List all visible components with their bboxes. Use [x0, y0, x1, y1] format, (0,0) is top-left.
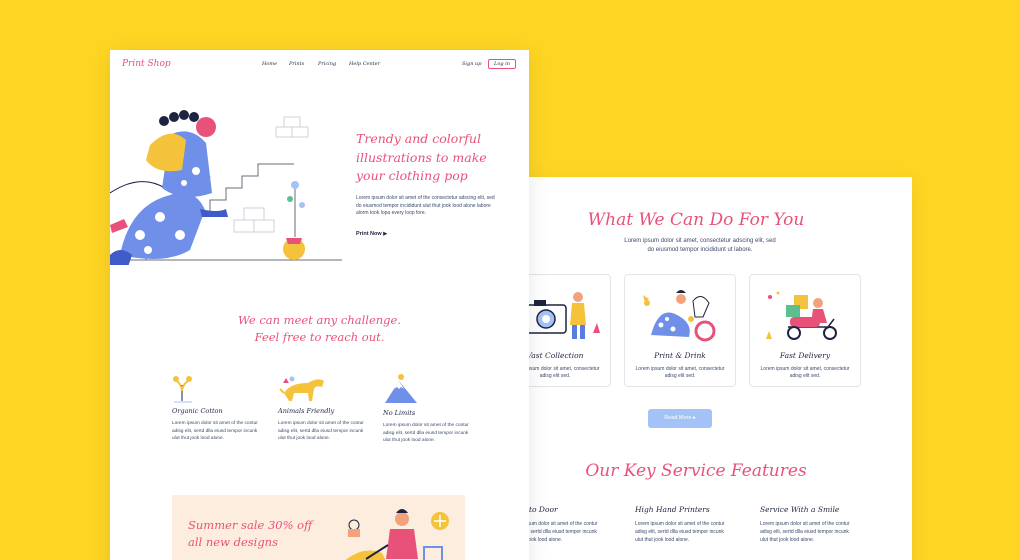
key-feature-service-smile: Service With a Smile Lorem ipsum dolor s…: [760, 505, 858, 544]
play-triangle-icon: ▶: [383, 231, 388, 237]
card-text: Lorem ipsum dolor sit amet, consectetur …: [760, 366, 850, 379]
feature-text: Lorem ipsum dolor sit amet of the contur…: [172, 421, 258, 441]
hero-illustration: [110, 110, 342, 265]
services-page-mockup: What We Can Do For You Lorem ipsum dolor…: [480, 177, 912, 560]
key-feature-high-hand-printers: High Hand Printers Lorem ipsum dolor sit…: [635, 505, 733, 544]
feature-title: No Limits: [383, 409, 416, 417]
challenge-line2: Feel free to reach out.: [254, 330, 385, 344]
signup-link[interactable]: Sign up: [462, 61, 481, 67]
sale-illustration: [345, 509, 449, 560]
feature-animals-friendly: Animals Friendly Lorem ipsum dolor sit a…: [278, 373, 366, 443]
feature-organic-cotton: Organic Cotton Lorem ipsum dolor sit ame…: [172, 373, 260, 443]
nav-home[interactable]: Home: [262, 61, 277, 67]
feature-title: Animals Friendly: [278, 407, 335, 415]
services-title: What We Can Do For You: [587, 210, 805, 230]
sale-line1: Summer sale 30% off: [188, 518, 313, 532]
read-more-label: Read More: [664, 415, 692, 421]
services-subtitle-line2: do eiusmod tempor incididunt ut labore.: [647, 247, 753, 253]
services-subtitle-line1: Lorem ipsum dolor sit amet, consectetur …: [624, 238, 776, 244]
nav-pricing[interactable]: Pricing: [318, 61, 336, 67]
print-now-link[interactable]: Print Now ▶: [356, 231, 387, 237]
challenge-heading: We can meet any challenge. Feel free to …: [110, 312, 529, 346]
hero-text: Lorem ipsum dolor sit amet of the consec…: [356, 195, 495, 216]
card-title: Print & Drink: [654, 351, 706, 360]
nav-prints[interactable]: Prints: [289, 61, 304, 67]
mountain-icon: [385, 374, 417, 403]
hero-title: Trendy and colorful illustrations to mak…: [356, 131, 487, 183]
dog-icon: [279, 376, 324, 401]
scooter-delivery-illustration: [766, 291, 837, 340]
login-button[interactable]: Log in: [488, 59, 516, 69]
feature-title: Organic Cotton: [172, 407, 223, 415]
key-feature-title: High Hand Printers: [635, 505, 710, 514]
card-title: Fast Delivery: [779, 351, 831, 360]
challenge-line1: We can meet any challenge.: [237, 313, 401, 327]
feature-no-limits: No Limits Lorem ipsum dolor sit amet of …: [383, 373, 471, 445]
brand-logo[interactable]: Print Shop: [122, 59, 171, 69]
key-features-title: Our Key Service Features: [585, 461, 807, 481]
read-more-button[interactable]: Read More ▸: [648, 409, 712, 428]
key-feature-title: Service With a Smile: [760, 505, 840, 514]
feature-text: Lorem ipsum dolor sit amet of the contur…: [278, 421, 364, 441]
card-print-drink[interactable]: Print & Drink Lorem ipsum dolor sit amet…: [624, 274, 736, 387]
services-subtitle: Lorem ipsum dolor sit amet, consectetur …: [600, 237, 800, 255]
feature-text: Lorem ipsum dolor sit amet of the contur…: [383, 423, 469, 443]
sale-line2: all new designs: [188, 535, 278, 549]
sale-text: Summer sale 30% off all new designs: [188, 517, 312, 551]
key-feature-text: Lorem ipsum dolor sit amet of the contur…: [760, 521, 850, 543]
sale-banner[interactable]: Summer sale 30% off all new designs: [172, 495, 465, 560]
cotton-plant-icon: [173, 376, 192, 403]
print-now-label: Print Now: [356, 231, 382, 237]
print-drink-illustration: [643, 290, 716, 342]
key-feature-text: Lorem ipsum dolor sit amet of the contur…: [635, 521, 725, 543]
chevron-right-icon: ▸: [692, 415, 696, 421]
card-fast-delivery[interactable]: Fast Delivery Lorem ipsum dolor sit amet…: [749, 274, 861, 387]
nav-help-center[interactable]: Help Center: [349, 61, 380, 67]
card-text: Lorem ipsum dolor sit amet, consectetur …: [635, 366, 725, 379]
homepage-mockup: Print Shop Home Prints Pricing Help Cent…: [110, 50, 529, 560]
